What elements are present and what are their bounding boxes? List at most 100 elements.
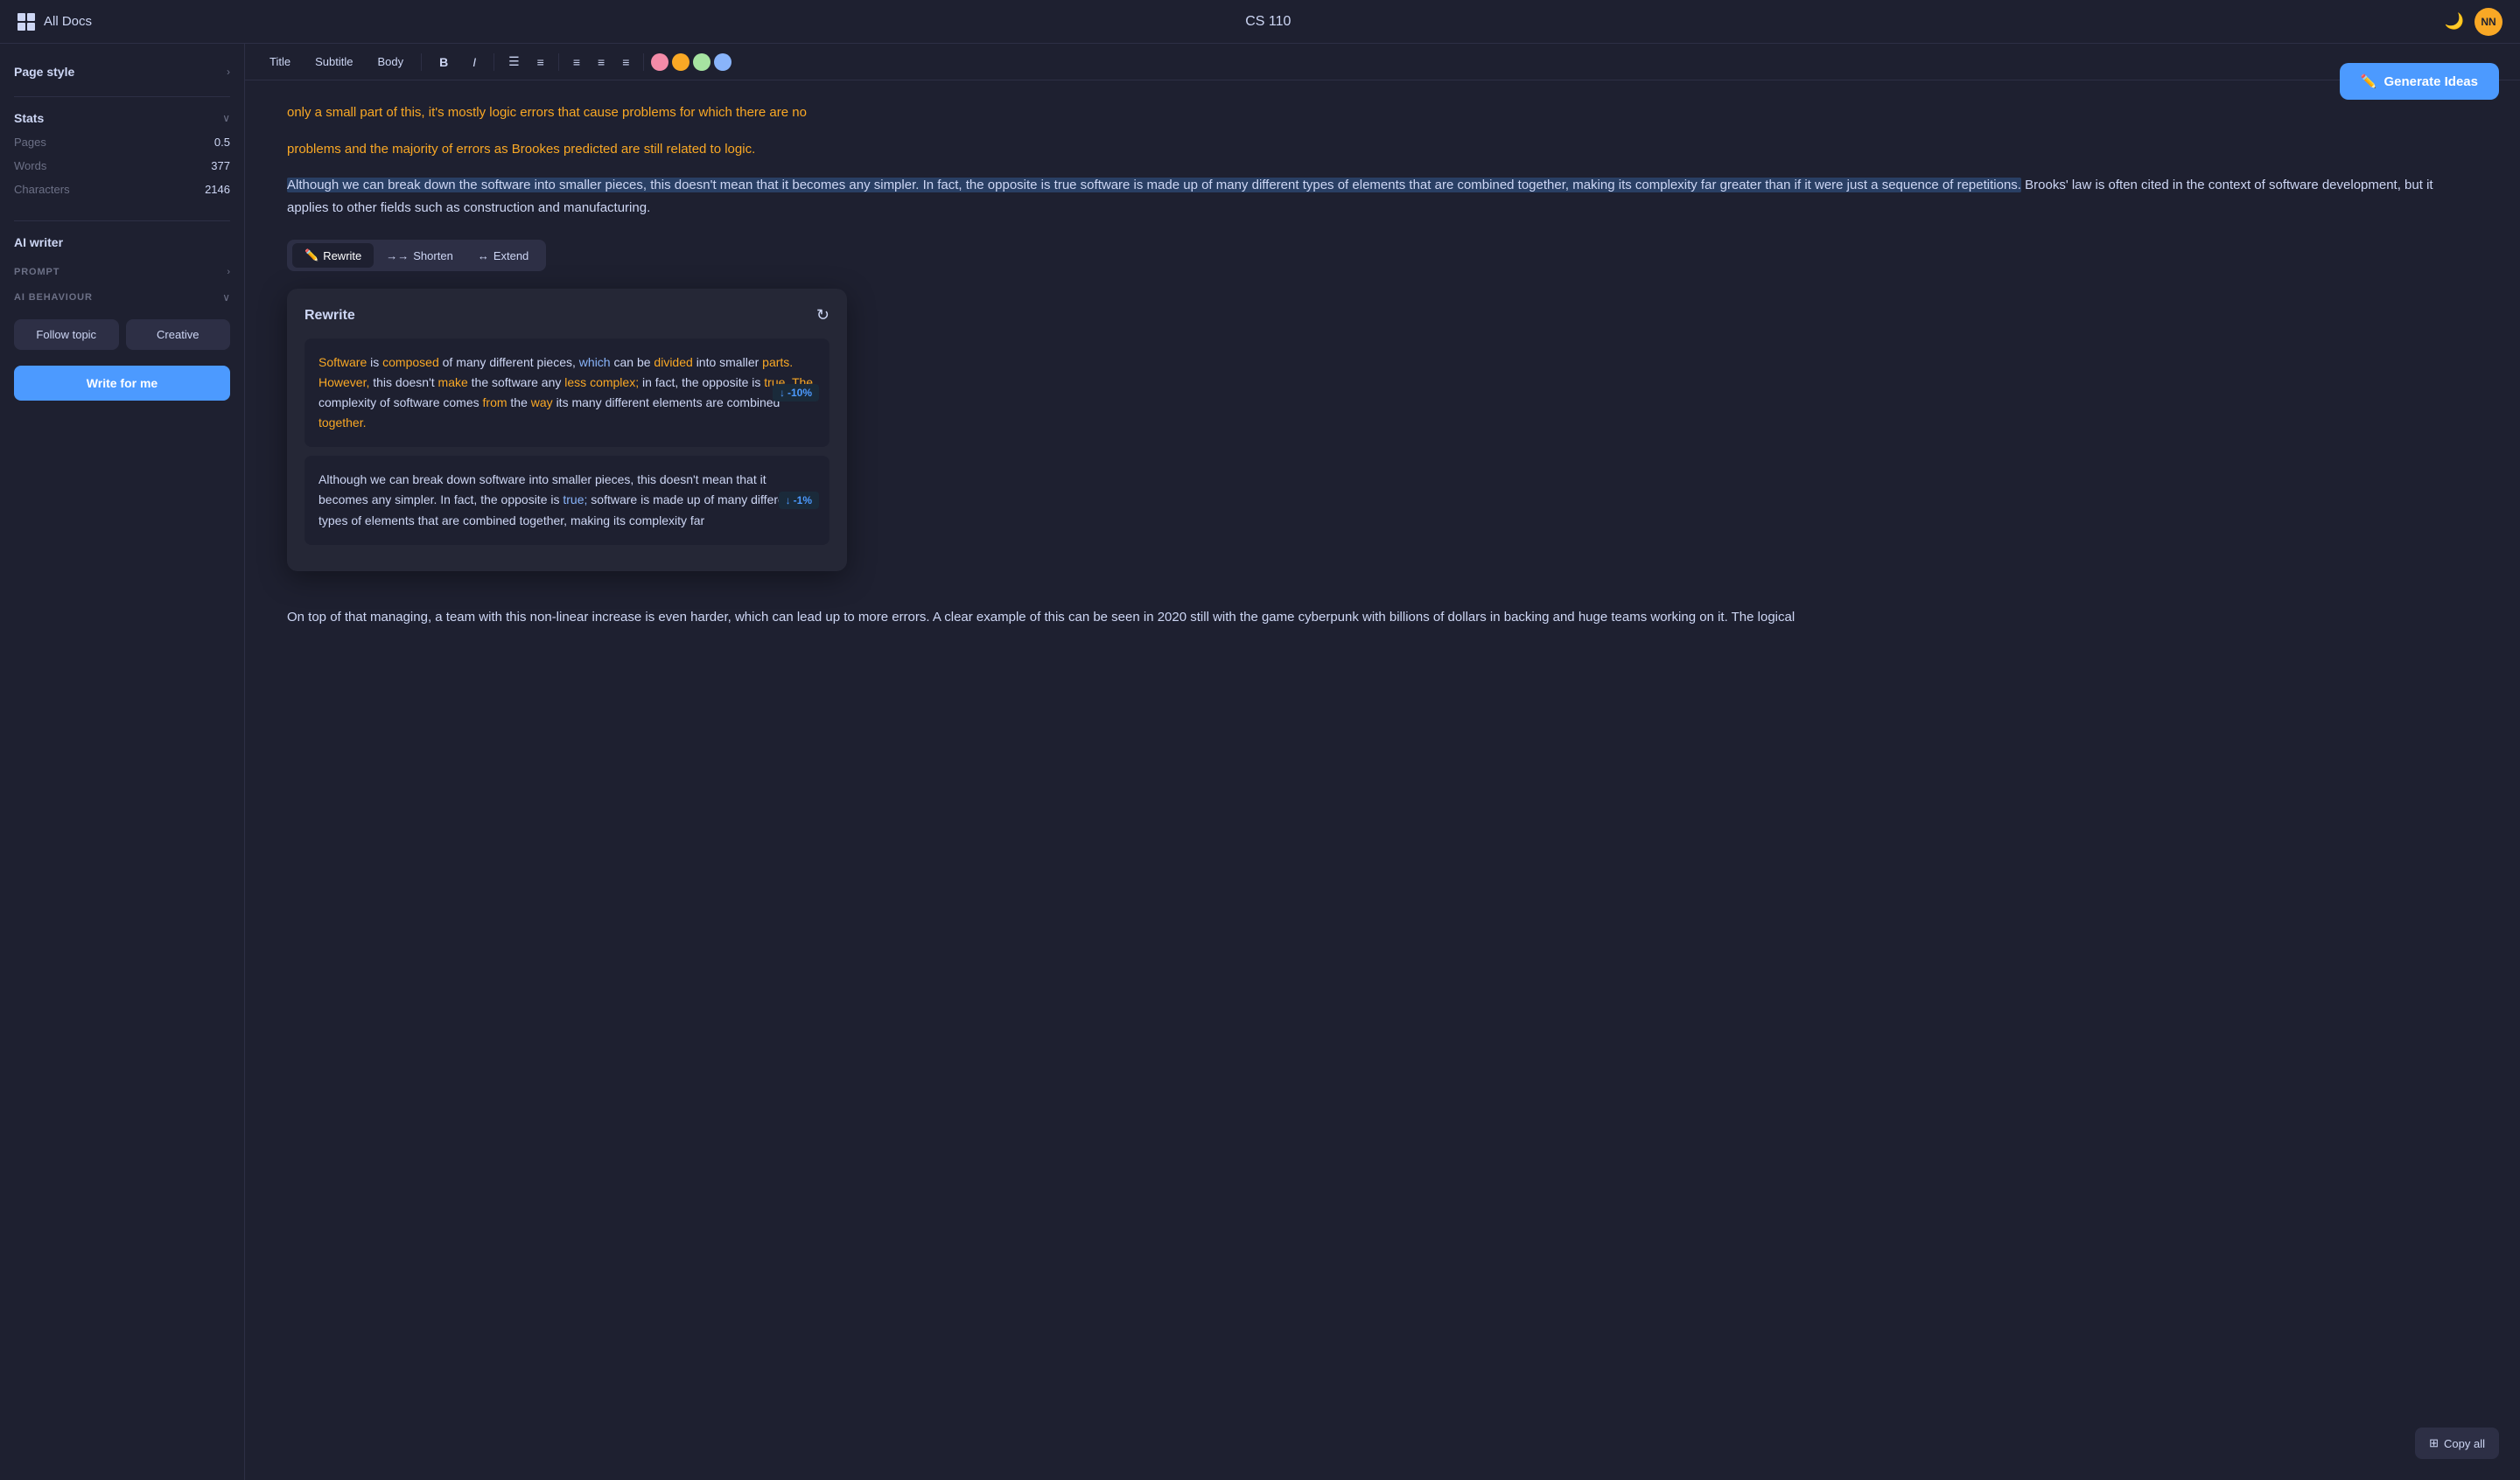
- rewrite-popup: Rewrite ↻ Software is composed of many d…: [287, 289, 847, 571]
- rewrite-label: Rewrite: [323, 249, 361, 262]
- intro-paragraph-2: problems and the majority of errors as B…: [287, 138, 2478, 161]
- align-center-icon[interactable]: ≡: [591, 52, 612, 73]
- ai-writer-label: AI writer: [14, 235, 63, 249]
- stats-pages-row: Pages 0.5: [14, 132, 230, 152]
- extend-label: Extend: [494, 249, 528, 262]
- toolbar-separator-4: [643, 53, 644, 71]
- inline-action-toolbar: ✏️ Rewrite →→ Shorten ↔ Extend: [287, 240, 546, 271]
- color-blue-dot[interactable]: [714, 53, 732, 71]
- characters-label: Characters: [14, 183, 70, 196]
- stats-chars-row: Characters 2146: [14, 179, 230, 199]
- rewrite-refresh-button[interactable]: ↻: [816, 306, 830, 325]
- prompt-section[interactable]: PROMPT ›: [14, 260, 230, 284]
- body-format-button[interactable]: Body: [367, 52, 414, 72]
- ai-behaviour-section[interactable]: AI BEHAVIOUR ∨: [14, 284, 230, 311]
- toolbar-separator-1: [421, 53, 422, 71]
- copy-all-button[interactable]: ⊞ Copy all: [2415, 1428, 2499, 1459]
- editor-content[interactable]: only a small part of this, it's mostly l…: [245, 80, 2520, 1480]
- highlight-way: way: [531, 395, 553, 409]
- highlight-make: make: [438, 375, 468, 389]
- extend-inline-button[interactable]: ↔ Extend: [466, 244, 541, 268]
- main-layout: Page style › Stats ∨ Pages 0.5 Words 377…: [0, 44, 2520, 1480]
- unordered-list-icon[interactable]: ☰: [501, 51, 527, 73]
- rewrite-badge-1: ↓ -10%: [773, 384, 819, 401]
- shorten-icon: →→: [386, 249, 409, 262]
- bold-button[interactable]: B: [429, 52, 458, 73]
- doc-title: CS 110: [1245, 14, 1291, 30]
- app-grid-icon[interactable]: [18, 13, 35, 31]
- prompt-chevron-icon: ›: [227, 267, 230, 277]
- divider-1: [14, 96, 230, 97]
- color-yellow-dot[interactable]: [672, 53, 690, 71]
- align-right-icon[interactable]: ≡: [615, 52, 636, 73]
- align-left-icon[interactable]: ≡: [566, 52, 587, 73]
- intro-paragraph-1: only a small part of this, it's mostly l…: [287, 101, 2478, 124]
- title-format-button[interactable]: Title: [259, 52, 301, 72]
- highlight-less-complex: less complex;: [564, 375, 639, 389]
- highlight-which: which: [579, 355, 611, 369]
- badge-down-icon-2: ↓: [786, 494, 791, 506]
- avatar[interactable]: NN: [2474, 8, 2502, 36]
- subtitle-format-button[interactable]: Subtitle: [304, 52, 363, 72]
- highlight-together: together.: [318, 415, 367, 429]
- selected-paragraph: Although we can break down the software …: [287, 174, 2478, 219]
- app-title: All Docs: [44, 14, 92, 29]
- shorten-label: Shorten: [413, 249, 453, 262]
- words-value: 377: [211, 159, 230, 172]
- write-for-me-button[interactable]: Write for me: [14, 366, 230, 401]
- shorten-inline-button[interactable]: →→ Shorten: [374, 244, 466, 268]
- topbar-left: All Docs: [18, 13, 92, 31]
- stats-chevron-icon: ∨: [222, 112, 230, 124]
- stats-table: Pages 0.5 Words 377 Characters 2146: [14, 132, 230, 199]
- pages-value: 0.5: [214, 136, 230, 149]
- format-toolbar: Title Subtitle Body B I ☰ ≡ ≡ ≡ ≡: [245, 44, 2520, 80]
- highlight-from: from: [483, 395, 508, 409]
- ai-writer-header: AI writer: [14, 228, 230, 260]
- generate-ideas-pen-icon: ✏️: [2361, 73, 2377, 89]
- toolbar-separator-3: [558, 53, 559, 71]
- footer-paragraph: On top of that managing, a team with thi…: [287, 606, 2478, 629]
- highlighted-text: Although we can break down the software …: [287, 178, 2021, 192]
- editor-area: Title Subtitle Body B I ☰ ≡ ≡ ≡ ≡ only a…: [245, 44, 2520, 1480]
- rewrite-option-1[interactable]: Software is composed of many different p…: [304, 339, 830, 447]
- ordered-list-icon[interactable]: ≡: [530, 52, 551, 73]
- highlight-divided: divided: [654, 355, 692, 369]
- italic-button[interactable]: I: [462, 52, 486, 73]
- highlight-true-semicolon: true;: [563, 492, 587, 506]
- stats-words-row: Words 377: [14, 156, 230, 176]
- theme-toggle-icon[interactable]: 🌙: [2445, 12, 2464, 31]
- extend-icon: ↔: [478, 249, 489, 262]
- ai-mode-buttons: Follow topic Creative: [14, 319, 230, 350]
- badge-value-1: -10%: [788, 387, 812, 399]
- page-style-section[interactable]: Page style ›: [14, 58, 230, 89]
- generate-ideas-button[interactable]: ✏️ Generate Ideas: [2340, 63, 2499, 100]
- highlight-software: Software: [318, 355, 367, 369]
- pages-label: Pages: [14, 136, 46, 149]
- badge-down-icon-1: ↓: [780, 387, 785, 399]
- follow-topic-button[interactable]: Follow topic: [14, 319, 119, 350]
- rewrite-option-1-text: Software is composed of many different p…: [318, 353, 816, 433]
- stats-section-header[interactable]: Stats ∨: [14, 104, 230, 132]
- divider-2: [14, 220, 230, 221]
- ai-behaviour-label: AI BEHAVIOUR: [14, 292, 93, 303]
- words-label: Words: [14, 159, 46, 172]
- color-green-dot[interactable]: [693, 53, 710, 71]
- copy-all-label: Copy all: [2444, 1437, 2485, 1450]
- rewrite-icon: ✏️: [304, 248, 318, 262]
- rewrite-inline-button[interactable]: ✏️ Rewrite: [292, 243, 374, 268]
- sidebar: Page style › Stats ∨ Pages 0.5 Words 377…: [0, 44, 245, 1480]
- characters-value: 2146: [205, 183, 230, 196]
- rewrite-option-2[interactable]: Although we can break down software into…: [304, 456, 830, 544]
- topbar: All Docs CS 110 🌙 NN: [0, 0, 2520, 44]
- stats-label: Stats: [14, 111, 44, 125]
- badge-value-2: -1%: [794, 494, 812, 506]
- color-red-dot[interactable]: [651, 53, 668, 71]
- rewrite-badge-2: ↓ -1%: [779, 492, 819, 509]
- topbar-right: 🌙 NN: [2445, 8, 2502, 36]
- prompt-label: PROMPT: [14, 267, 60, 277]
- generate-ideas-label: Generate Ideas: [2384, 74, 2478, 89]
- ai-behaviour-chevron-icon: ∨: [222, 291, 230, 304]
- creative-button[interactable]: Creative: [126, 319, 231, 350]
- rewrite-popup-title: Rewrite: [304, 308, 355, 324]
- page-style-label: Page style: [14, 65, 74, 79]
